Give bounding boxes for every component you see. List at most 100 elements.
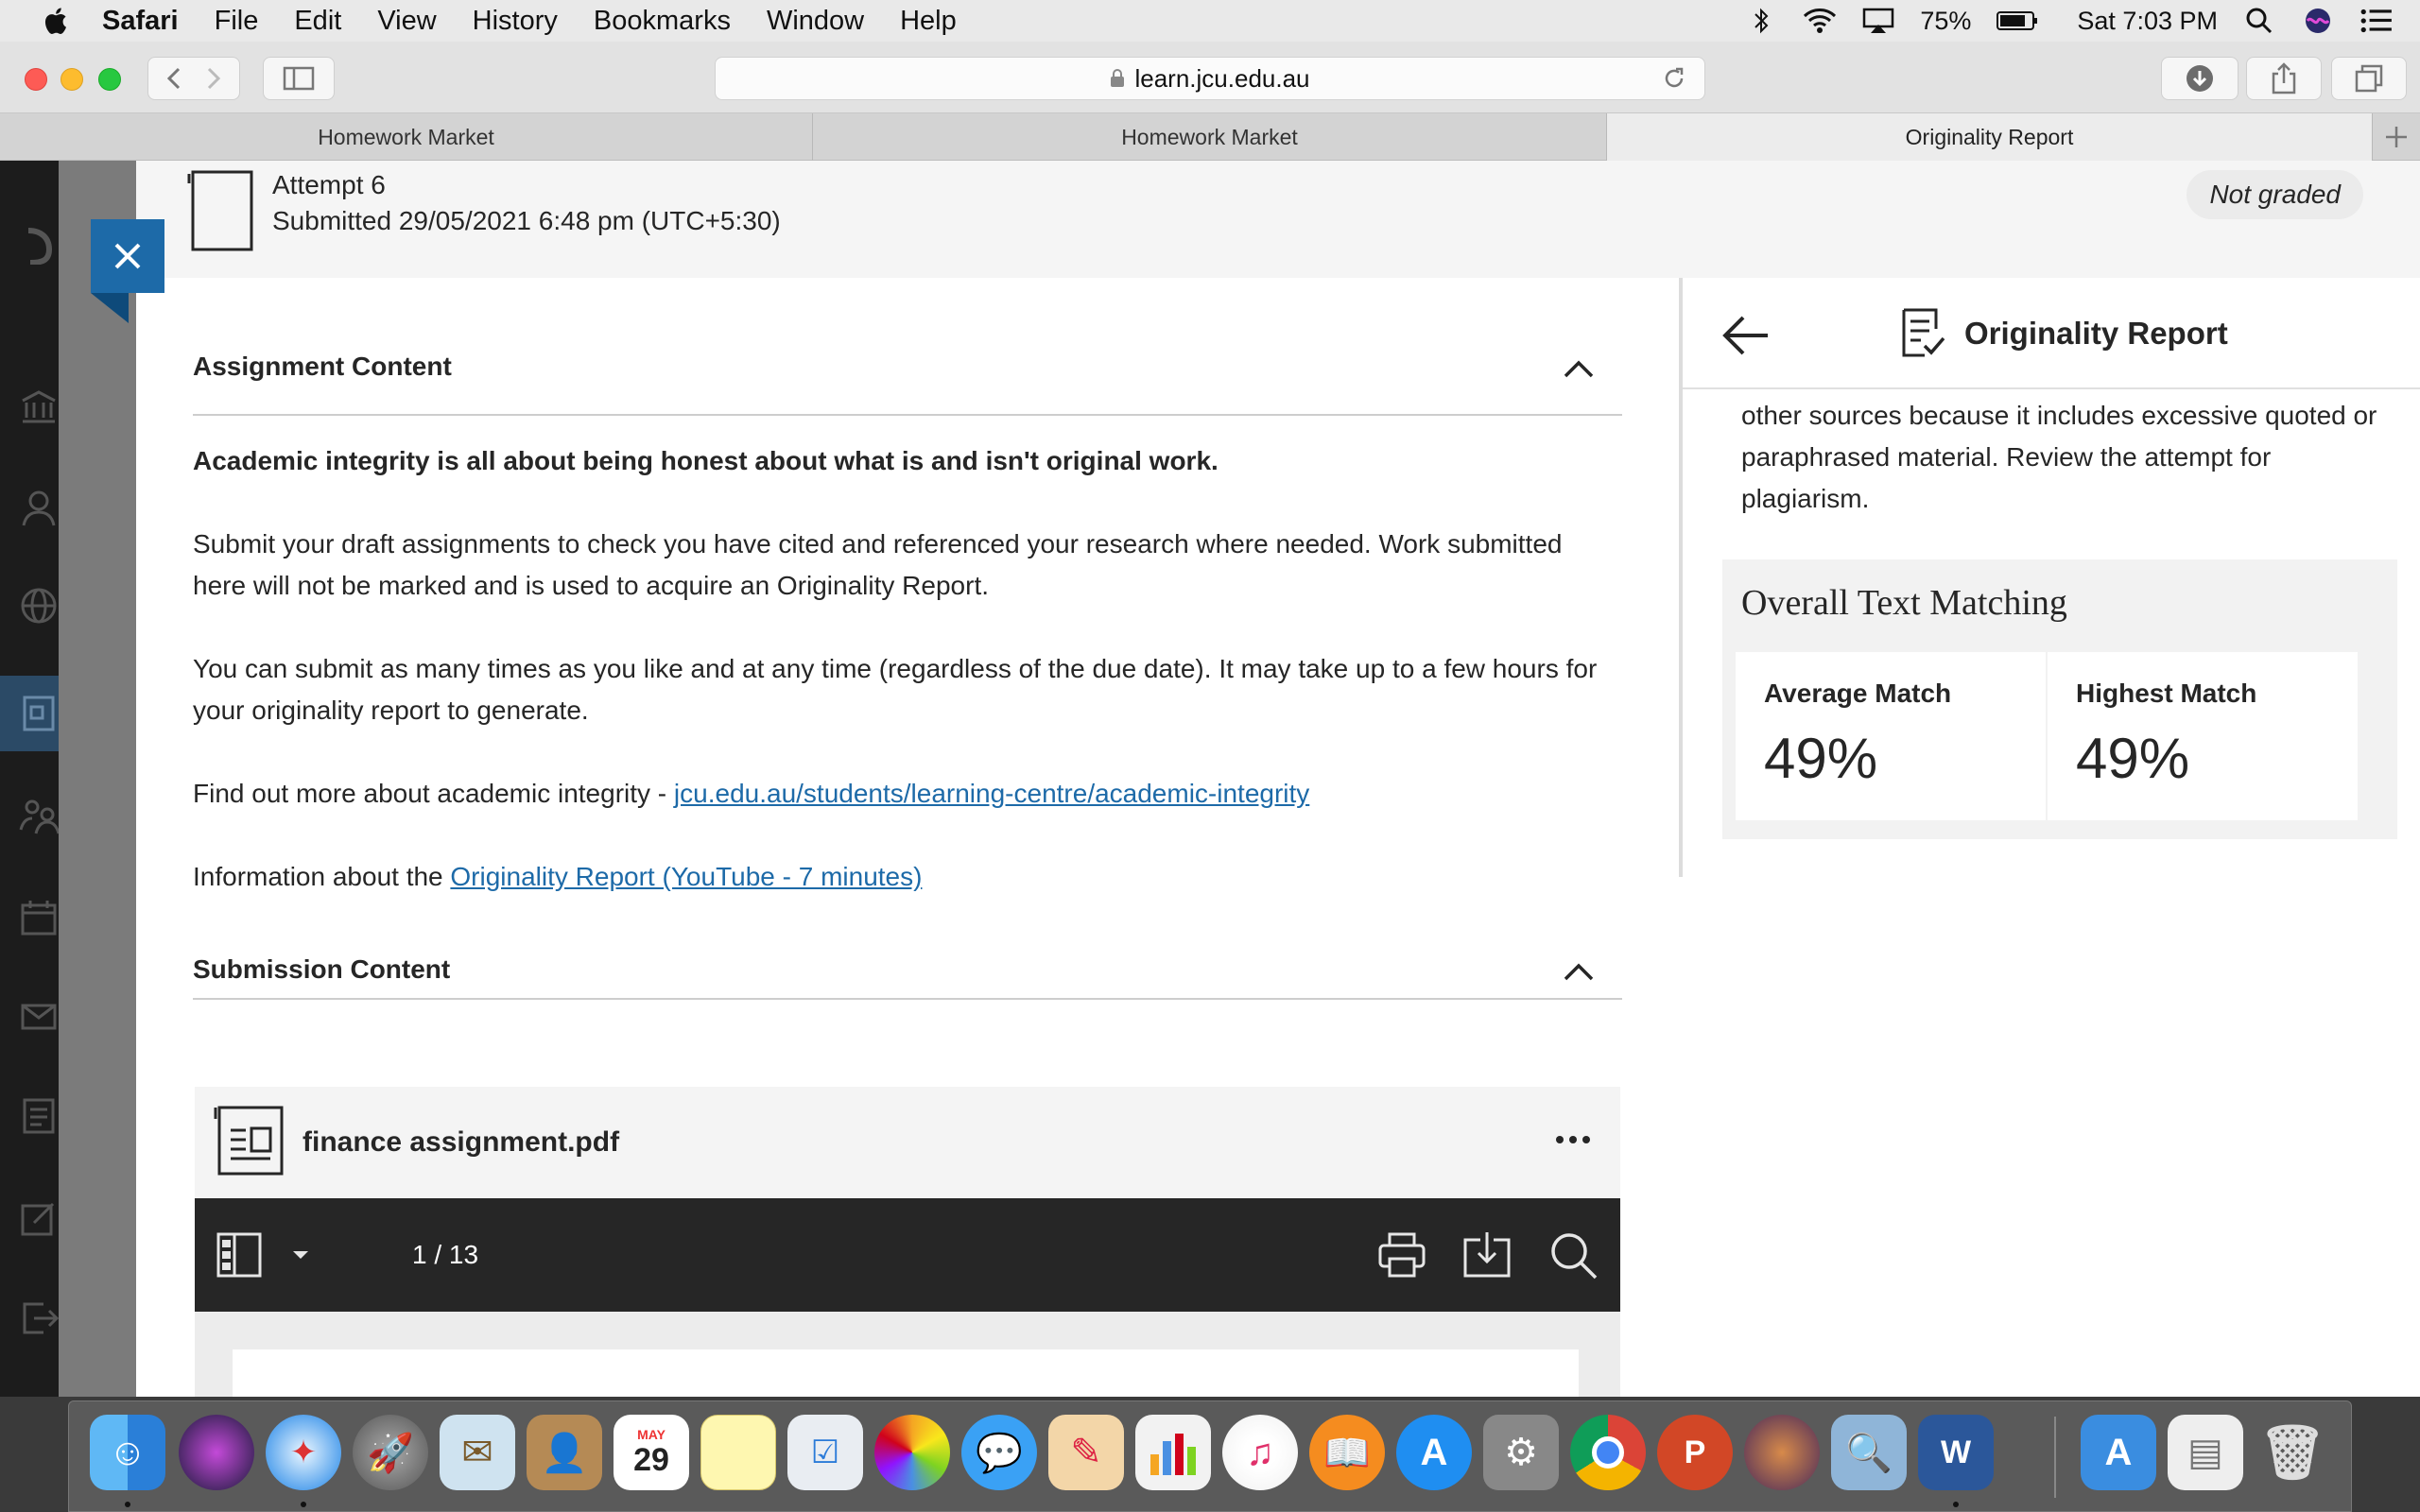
- new-tab-button[interactable]: [2373, 113, 2420, 161]
- siri-app-icon[interactable]: [179, 1415, 254, 1490]
- menu-window[interactable]: Window: [767, 6, 864, 37]
- menu-clock[interactable]: Sat 7:03 PM: [2077, 7, 2218, 36]
- tab-homework-market-2[interactable]: Homework Market: [813, 113, 1607, 161]
- contacts-app-icon[interactable]: 👤: [527, 1415, 602, 1490]
- macos-installer-icon[interactable]: [1744, 1415, 1820, 1490]
- downloads-button[interactable]: [2161, 57, 2238, 100]
- download-file-icon[interactable]: [1461, 1230, 1512, 1280]
- finder-icon[interactable]: ☺: [90, 1415, 165, 1490]
- reload-icon[interactable]: [1661, 65, 1687, 92]
- trash-icon[interactable]: 🗑: [2255, 1415, 2330, 1490]
- menu-bookmarks[interactable]: Bookmarks: [594, 6, 731, 37]
- pdf-page-area[interactable]: [195, 1312, 1620, 1406]
- draft-info-text: Submit your draft assignments to check y…: [193, 529, 1563, 600]
- launchpad-icon[interactable]: 🚀: [353, 1415, 428, 1490]
- powerpoint-app-icon[interactable]: P: [1657, 1415, 1733, 1490]
- status-area: 75% Sat 7:03 PM: [1744, 0, 2394, 42]
- menu-app-name[interactable]: Safari: [102, 6, 179, 37]
- mail-app-icon[interactable]: ✉: [440, 1415, 515, 1490]
- thumbnails-sidebar-icon[interactable]: [216, 1230, 263, 1280]
- itunes-app-icon[interactable]: ♫: [1222, 1415, 1298, 1490]
- chevron-right-icon[interactable]: [194, 64, 232, 93]
- system-preferences-icon[interactable]: ⚙: [1483, 1415, 1559, 1490]
- assignment-content-header[interactable]: Assignment Content: [193, 278, 1622, 416]
- document-icon: [187, 170, 253, 251]
- spotlight-search-icon[interactable]: [2242, 7, 2276, 35]
- preview-app-icon[interactable]: 🔍: [1831, 1415, 1907, 1490]
- tab-homework-market-1[interactable]: Homework Market: [0, 113, 813, 161]
- arrow-left-icon[interactable]: [1720, 314, 1772, 357]
- numbers-app-icon[interactable]: [1135, 1415, 1211, 1490]
- calendar-app-icon[interactable]: MAY 29: [614, 1415, 689, 1490]
- calendar-icon[interactable]: [19, 898, 59, 937]
- sign-out-icon[interactable]: [19, 1298, 59, 1338]
- intro-text: Academic integrity is all about being ho…: [193, 446, 1219, 475]
- close-window-button[interactable]: [25, 68, 47, 91]
- menu-file[interactable]: File: [215, 6, 259, 37]
- photos-app-icon[interactable]: [874, 1415, 950, 1490]
- dock-separator: [2054, 1417, 2056, 1498]
- submission-panel: Attempt 6 Submitted 29/05/2021 6:48 pm (…: [136, 161, 2420, 1406]
- print-icon[interactable]: [1376, 1230, 1427, 1280]
- file-name[interactable]: finance assignment.pdf: [302, 1126, 619, 1159]
- highest-match-value: 49%: [2076, 727, 2190, 790]
- search-icon[interactable]: [1548, 1230, 1599, 1280]
- institution-icon[interactable]: [19, 387, 59, 427]
- app-store-icon[interactable]: A: [1396, 1415, 1472, 1490]
- finder-running-dot: [125, 1502, 130, 1507]
- chevron-up-icon[interactable]: [1562, 357, 1596, 380]
- chevron-up-icon[interactable]: [1562, 960, 1596, 983]
- attempt-title: Attempt 6: [272, 170, 386, 199]
- safari-app-icon[interactable]: ✦: [266, 1415, 341, 1490]
- books-app-icon[interactable]: 📖: [1309, 1415, 1385, 1490]
- menu-help[interactable]: Help: [900, 6, 957, 37]
- academic-integrity-link[interactable]: jcu.edu.au/students/learning-centre/acad…: [674, 779, 1309, 808]
- page-indicator: 1 / 13: [412, 1240, 479, 1269]
- menu-view[interactable]: View: [377, 6, 436, 37]
- more-options-icon[interactable]: [1554, 1128, 1592, 1151]
- minimize-window-button[interactable]: [60, 68, 83, 91]
- keynote-app-icon[interactable]: ✎: [1048, 1415, 1124, 1490]
- submission-content-label: Submission Content: [193, 954, 451, 984]
- documents-stack-icon[interactable]: ▤: [2168, 1415, 2243, 1490]
- messages-icon[interactable]: [19, 996, 59, 1036]
- share-button[interactable]: [2246, 57, 2322, 100]
- submission-content-header[interactable]: Submission Content: [193, 860, 1622, 1000]
- courses-icon[interactable]: [19, 694, 59, 733]
- applications-folder-icon[interactable]: A: [2081, 1415, 2156, 1490]
- notification-center-icon[interactable]: [2360, 7, 2394, 35]
- tab-overview-button[interactable]: [2331, 57, 2407, 100]
- chrome-app-icon[interactable]: [1570, 1415, 1646, 1490]
- word-app-icon[interactable]: W: [1918, 1415, 1994, 1490]
- tab-originality-report[interactable]: Originality Report: [1607, 113, 2373, 161]
- reminders-app-icon[interactable]: ☑: [787, 1415, 863, 1490]
- close-panel-button[interactable]: [91, 219, 164, 293]
- zoom-window-button[interactable]: [98, 68, 121, 91]
- grades-icon[interactable]: [19, 1096, 59, 1136]
- profile-icon[interactable]: [19, 488, 59, 527]
- apple-icon[interactable]: [36, 6, 74, 36]
- submission-frequency-text: You can submit as many times as you like…: [193, 654, 1598, 725]
- plus-icon: [2386, 127, 2407, 147]
- sidebar-toggle-button[interactable]: [263, 57, 335, 100]
- wifi-icon[interactable]: [1803, 7, 1837, 35]
- messages-app-icon[interactable]: 💬: [961, 1415, 1037, 1490]
- battery-icon[interactable]: [1996, 7, 2039, 35]
- overall-text-matching-title: Overall Text Matching: [1741, 583, 2067, 623]
- siri-icon[interactable]: [2301, 7, 2335, 35]
- menu-edit[interactable]: Edit: [294, 6, 341, 37]
- tab-bar: Homework Market Homework Market Original…: [0, 113, 2420, 161]
- bluetooth-icon[interactable]: [1744, 7, 1778, 35]
- tools-icon[interactable]: [19, 1198, 59, 1238]
- airplay-icon[interactable]: [1861, 7, 1895, 35]
- dropdown-caret-icon[interactable]: [289, 1230, 312, 1280]
- globe-icon[interactable]: [19, 586, 59, 626]
- tabs-icon: [2355, 64, 2383, 93]
- groups-icon[interactable]: [19, 796, 59, 835]
- course-navigation-sidebar: [0, 161, 59, 1397]
- chevron-left-icon[interactable]: [156, 64, 194, 93]
- highest-match-box: Highest Match 49%: [2048, 652, 2358, 820]
- address-bar[interactable]: learn.jcu.edu.au: [715, 57, 1705, 100]
- notes-app-icon[interactable]: [700, 1415, 776, 1490]
- menu-history[interactable]: History: [473, 6, 558, 37]
